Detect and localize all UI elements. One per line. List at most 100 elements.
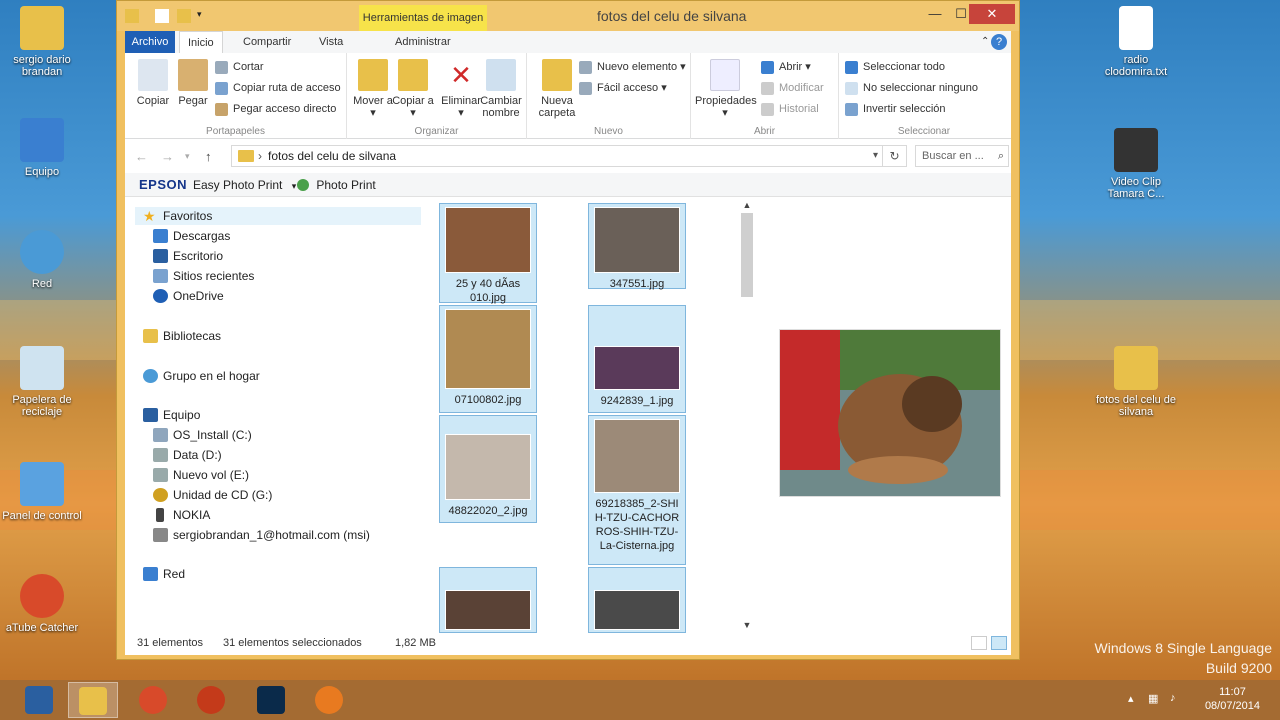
select-all-button[interactable]: Seleccionar todo xyxy=(845,58,945,76)
copy-path-button[interactable]: Copiar ruta de acceso xyxy=(215,79,341,97)
search-input[interactable]: Buscar en ... ⌕ xyxy=(915,145,1009,167)
volume-icon[interactable]: ♪ xyxy=(1170,692,1176,704)
taskbar-firefox[interactable] xyxy=(304,682,354,718)
properties-icon[interactable] xyxy=(155,9,169,23)
desktop-icon-recycle-bin[interactable]: Papelera de reciclaje xyxy=(0,346,84,418)
file-thumbnail[interactable]: 9242839_1.jpg xyxy=(588,305,686,413)
taskbar-chrome[interactable] xyxy=(128,682,178,718)
drive-icon xyxy=(153,428,168,442)
file-thumbnail[interactable]: 347551.jpg xyxy=(588,203,686,290)
tab-manage[interactable]: Administrar xyxy=(387,31,459,53)
scroll-down-icon[interactable]: ▼ xyxy=(739,617,755,633)
breadcrumb-separator-icon[interactable]: › xyxy=(258,146,262,166)
desktop-icon-text-file[interactable]: radio clodomira.txt xyxy=(1094,6,1178,78)
nav-item-cd-drive[interactable]: Unidad de CD (G:) xyxy=(153,486,272,504)
refresh-button[interactable]: ↻ xyxy=(883,145,907,167)
back-arrow-icon[interactable]: ← xyxy=(135,149,148,164)
taskbar-file-explorer[interactable] xyxy=(68,682,118,718)
rename-button[interactable]: Cambiar nombre xyxy=(477,59,525,119)
nav-item-computer[interactable]: Equipo xyxy=(143,406,200,424)
nav-item-msi-account[interactable]: sergiobrandan_1@hotmail.com (msi) xyxy=(153,526,370,544)
tab-view[interactable]: Vista xyxy=(311,31,351,53)
taskbar-start-app[interactable] xyxy=(14,682,64,718)
nav-item-desktop[interactable]: Escritorio xyxy=(153,247,223,265)
nav-item-downloads[interactable]: Descargas xyxy=(153,227,230,245)
breadcrumb-current[interactable]: fotos del celu de silvana xyxy=(268,149,396,163)
address-dropdown-icon[interactable]: ▾ xyxy=(873,146,878,166)
file-explorer-icon xyxy=(79,687,107,715)
photo-print-button[interactable]: Photo Print xyxy=(297,178,376,192)
desktop-icon-computer[interactable]: Equipo xyxy=(0,118,84,178)
tab-share[interactable]: Compartir xyxy=(235,31,299,53)
desktop-icon-folder-photos[interactable]: fotos del celu de silvana xyxy=(1094,346,1178,418)
details-view-icon[interactable] xyxy=(971,636,987,650)
watermark-edition: Windows 8 Single Language xyxy=(1094,640,1272,656)
title-bar[interactable]: ▾ Herramientas de imagen fotos del celu … xyxy=(117,1,1019,31)
file-thumbnail[interactable]: 07100802.jpg xyxy=(439,305,537,413)
close-button[interactable]: ✕ xyxy=(969,4,1015,24)
desktop-icon-user-folder[interactable]: sergio dario brandan xyxy=(0,6,84,78)
nav-item-favorites[interactable]: ★ Favoritos xyxy=(135,207,421,225)
copy-to-button[interactable]: Copiar a ▾ xyxy=(389,59,437,119)
nav-item-drive-e[interactable]: Nuevo vol (E:) xyxy=(153,466,249,484)
nav-item-nokia[interactable]: NOKIA xyxy=(153,506,210,524)
new-folder-icon[interactable] xyxy=(177,9,191,23)
nav-item-libraries[interactable]: Bibliotecas xyxy=(143,327,221,345)
taskbar-photoshop[interactable] xyxy=(246,682,296,718)
file-thumbnail[interactable]: 48822020_2.jpg xyxy=(439,415,537,523)
nav-item-drive-c[interactable]: OS_Install (C:) xyxy=(153,426,252,444)
paste-button[interactable]: Pegar xyxy=(169,59,217,107)
edit-button[interactable]: Modificar xyxy=(761,79,824,97)
cut-button[interactable]: Cortar xyxy=(215,58,264,76)
help-icon[interactable]: ? xyxy=(991,34,1007,50)
desktop-icon-video-clip[interactable]: Video Clip Tamara C... xyxy=(1094,128,1178,200)
new-item-button[interactable]: Nuevo elemento ▾ xyxy=(579,58,686,76)
nav-item-network[interactable]: Red xyxy=(143,565,185,583)
file-thumbnail[interactable] xyxy=(588,567,686,633)
address-field[interactable]: › fotos del celu de silvana ▾ xyxy=(231,145,883,167)
recent-locations-chevron-icon[interactable]: ▾ xyxy=(185,151,190,162)
tab-file[interactable]: Archivo xyxy=(125,31,175,53)
chevron-down-icon[interactable]: ▾ xyxy=(197,9,211,23)
nav-item-onedrive[interactable]: OneDrive xyxy=(153,287,224,305)
properties-button[interactable]: Propiedades ▾ xyxy=(695,59,757,119)
select-none-icon xyxy=(845,82,858,95)
history-button[interactable]: Historial xyxy=(761,100,819,118)
taskbar-clock[interactable]: 11:07 08/07/2014 xyxy=(1205,685,1260,713)
file-thumbnail[interactable]: 25 y 40 dÃ­as 010.jpg xyxy=(439,203,537,304)
up-arrow-icon[interactable]: ↑ xyxy=(205,149,212,164)
vertical-scrollbar[interactable]: ▲ ▼ xyxy=(739,197,755,633)
desktop-icon-atube-catcher[interactable]: aTube Catcher xyxy=(0,574,84,634)
scrollbar-thumb[interactable] xyxy=(741,213,753,297)
taskbar: ▴ ▦ ♪ 11:07 08/07/2014 xyxy=(0,680,1280,720)
desktop-icon-control-panel[interactable]: Panel de control xyxy=(0,462,84,522)
show-hidden-icons-chevron-icon[interactable]: ▴ xyxy=(1128,692,1134,705)
cloud-icon xyxy=(153,289,168,303)
network-tray-icon[interactable]: ▦ xyxy=(1148,692,1158,705)
invert-selection-button[interactable]: Invertir selección xyxy=(845,100,946,118)
nav-item-homegroup[interactable]: Grupo en el hogar xyxy=(143,367,260,385)
nav-item-drive-d[interactable]: Data (D:) xyxy=(153,446,222,464)
new-folder-button[interactable]: Nueva carpeta xyxy=(533,59,581,119)
easy-photo-print-button[interactable]: Easy Photo Print ▾ xyxy=(193,178,296,192)
tab-home[interactable]: Inicio xyxy=(179,31,223,53)
group-label: Nuevo xyxy=(594,126,623,137)
forward-arrow-icon[interactable]: → xyxy=(161,149,174,164)
large-icons-view-icon[interactable] xyxy=(991,636,1007,650)
taskbar-atube-catcher[interactable] xyxy=(186,682,236,718)
easy-access-button[interactable]: Fácil acceso ▾ xyxy=(579,79,667,97)
select-none-button[interactable]: No seleccionar ninguno xyxy=(845,79,978,97)
minimize-button[interactable]: — xyxy=(921,4,949,24)
file-thumbnail[interactable]: 69218385_2-SHIH-TZU-CACHORROS-SHIH-TZU-L… xyxy=(588,415,686,565)
open-button[interactable]: Abrir ▾ xyxy=(761,58,811,76)
computer-icon xyxy=(143,408,158,422)
file-thumbnail[interactable] xyxy=(439,567,537,633)
scroll-up-icon[interactable]: ▲ xyxy=(739,197,755,213)
paste-shortcut-button[interactable]: Pegar acceso directo xyxy=(215,100,336,118)
nav-item-recent[interactable]: Sitios recientes xyxy=(153,267,254,285)
network-share-icon xyxy=(153,528,168,542)
move-to-icon xyxy=(358,59,388,91)
nav-label: Bibliotecas xyxy=(163,329,222,343)
nav-label: Favoritos xyxy=(163,209,213,223)
desktop-icon-network[interactable]: Red xyxy=(0,230,84,290)
